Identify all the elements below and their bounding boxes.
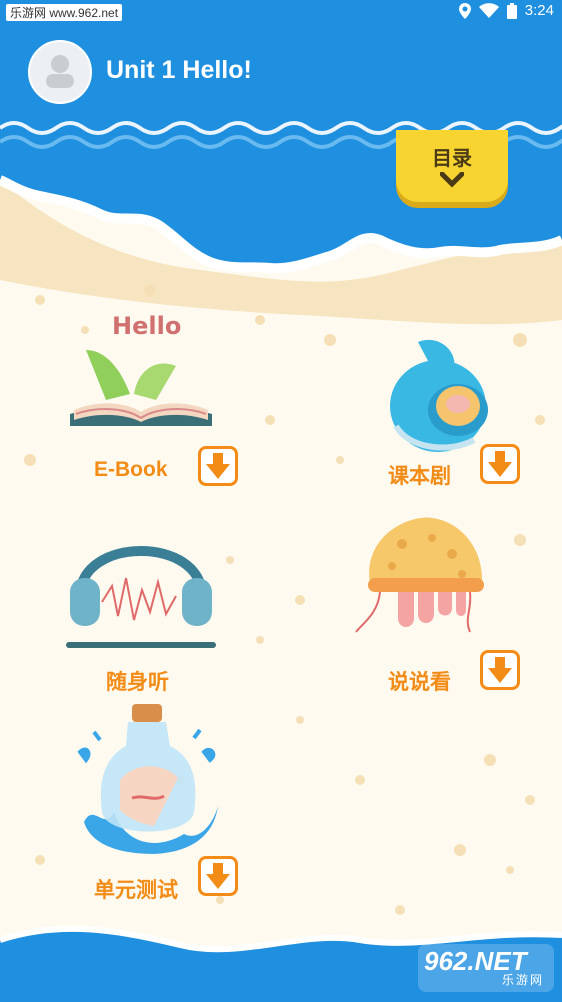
speak-download-button[interactable] xyxy=(480,650,520,690)
watermark-logo: 962.NET 乐游网 xyxy=(418,944,554,992)
location-icon xyxy=(458,2,471,19)
download-arrow-icon xyxy=(488,657,512,683)
headphones-icon[interactable] xyxy=(66,516,216,652)
listen-label[interactable]: 随身听 xyxy=(106,666,169,696)
jellyfish-icon[interactable] xyxy=(352,514,492,636)
download-arrow-icon xyxy=(206,453,230,479)
wifi-icon xyxy=(478,2,499,18)
ebook-label[interactable]: E-Book xyxy=(94,458,168,482)
download-arrow-icon xyxy=(488,451,512,477)
svg-text:Hello: Hello xyxy=(112,312,181,340)
status-bar: 乐游网 www.962.net 3:24 xyxy=(0,0,562,24)
avatar[interactable] xyxy=(28,40,92,104)
status-watermark: 乐游网 www.962.net xyxy=(6,4,123,21)
catalog-menu-label: 目录 xyxy=(432,148,472,170)
drama-label[interactable]: 课本剧 xyxy=(388,460,451,490)
unit-test-download-button[interactable] xyxy=(198,856,238,896)
open-book-icon[interactable]: Hello xyxy=(66,310,216,430)
ebook-download-button[interactable] xyxy=(198,446,238,486)
status-time: 3:24 xyxy=(524,2,554,19)
download-arrow-icon xyxy=(206,863,230,889)
drama-download-button[interactable] xyxy=(480,444,520,484)
user-avatar-icon xyxy=(46,55,74,88)
watermark-bottom: 乐游网 xyxy=(501,973,544,987)
page-title: Unit 1 Hello! xyxy=(106,56,252,84)
speak-label[interactable]: 说说看 xyxy=(388,666,451,696)
unit-test-label[interactable]: 单元测试 xyxy=(94,874,178,904)
battery-icon xyxy=(506,2,517,19)
chevron-down-icon xyxy=(440,172,464,188)
catalog-menu-button[interactable]: 目录 xyxy=(396,130,508,202)
seashell-icon[interactable] xyxy=(388,336,498,456)
status-icons: 3:24 xyxy=(458,2,554,19)
message-bottle-icon[interactable] xyxy=(74,702,224,854)
